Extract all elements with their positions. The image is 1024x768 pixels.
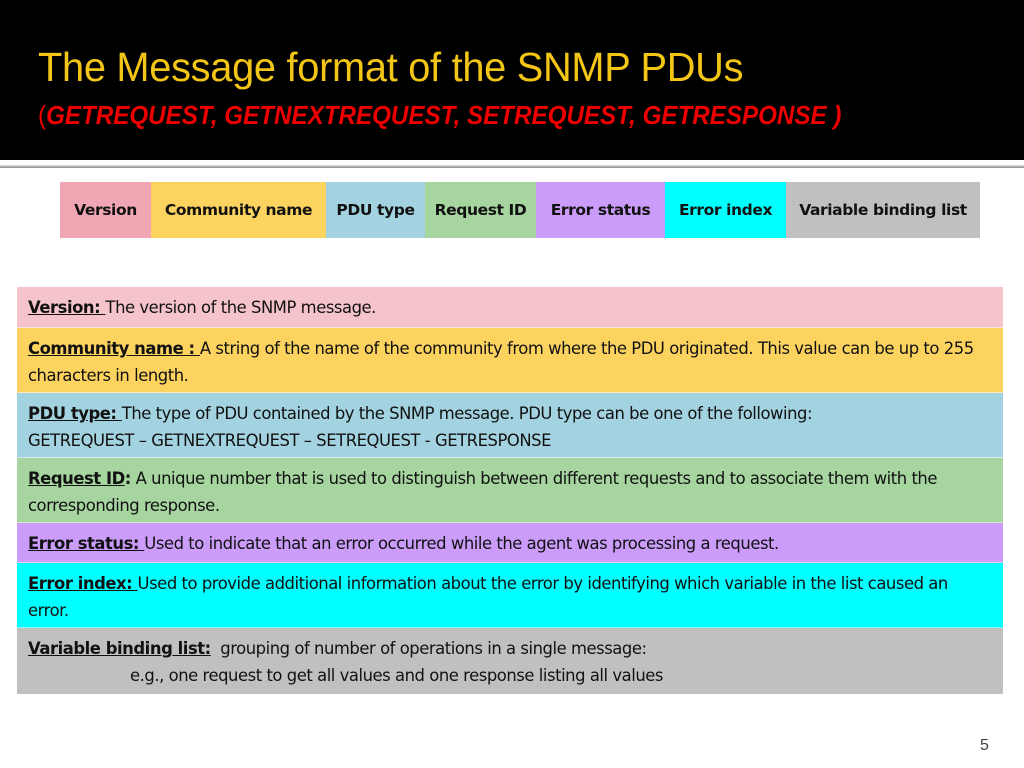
desc-term: PDU type: [28,404,122,423]
field-request-id: Request ID [425,182,536,238]
field-community-name: Community name [151,182,326,238]
field-label: Request ID [434,201,527,219]
desc-term: Request ID [28,469,125,488]
field-error-status: Error status [536,182,665,238]
desc-text: Used to provide additional information a… [28,574,948,620]
field-label: Community name [164,201,313,219]
field-label: Error index [678,201,773,219]
field-error-index: Error index [665,182,786,238]
desc-text: The version of the SNMP message. [105,298,377,317]
desc-row-community-name: Community name : A string of the name of… [17,328,1003,393]
desc-row-pdu-type: PDU type: The type of PDU contained by t… [17,393,1003,458]
field-variable-binding-list: Variable binding list [786,182,980,238]
desc-term: Error index: [28,574,138,593]
desc-row-error-index: Error index: Used to provide additional … [17,563,1003,628]
page-number: 5 [980,737,989,754]
desc-text-line2: e.g., one request to get all values and … [130,666,663,685]
desc-text: A unique number that is used to distingu… [28,469,938,515]
field-label: Variable binding list [799,201,967,219]
slide-header: The Message format of the SNMP PDUs (GET… [0,0,1024,160]
field-pdu-type: PDU type [326,182,425,238]
desc-row-request-id: Request ID: A unique number that is used… [17,458,1003,523]
desc-term: Error status: [28,534,145,553]
field-label: Version [74,201,137,219]
desc-row-variable-binding-list: Variable binding list: grouping of numbe… [17,628,1003,694]
field-label: PDU type [336,201,415,219]
desc-text: The type of PDU contained by the SNMP me… [121,404,813,423]
pdu-format-bar: Version Community name PDU type Request … [60,182,980,238]
desc-row-version: Version: The version of the SNMP message… [17,287,1003,328]
desc-term: Version: [28,298,106,317]
subtitle-pdu-list: GETREQUEST, GETNEXTREQUEST, SETREQUEST, … [46,100,842,130]
subtitle-open-paren: ( [38,100,47,130]
field-label: Error status [550,201,651,219]
slide-subtitle: (GETREQUEST, GETNEXTREQUEST, SETREQUEST,… [38,100,841,131]
desc-text: grouping of number of operations in a si… [210,639,647,658]
desc-term: Community name : [28,339,200,358]
header-divider [0,165,1024,168]
field-descriptions: Version: The version of the SNMP message… [17,287,1003,694]
desc-text-line2: GETREQUEST – GETNEXTREQUEST – SETREQUEST… [28,431,552,450]
field-version: Version [60,182,151,238]
desc-term: Variable binding list: [28,639,211,658]
desc-text: Used to indicate that an error occurred … [144,534,779,553]
desc-row-error-status: Error status: Used to indicate that an e… [17,523,1003,563]
slide-title: The Message format of the SNMP PDUs [38,44,744,90]
